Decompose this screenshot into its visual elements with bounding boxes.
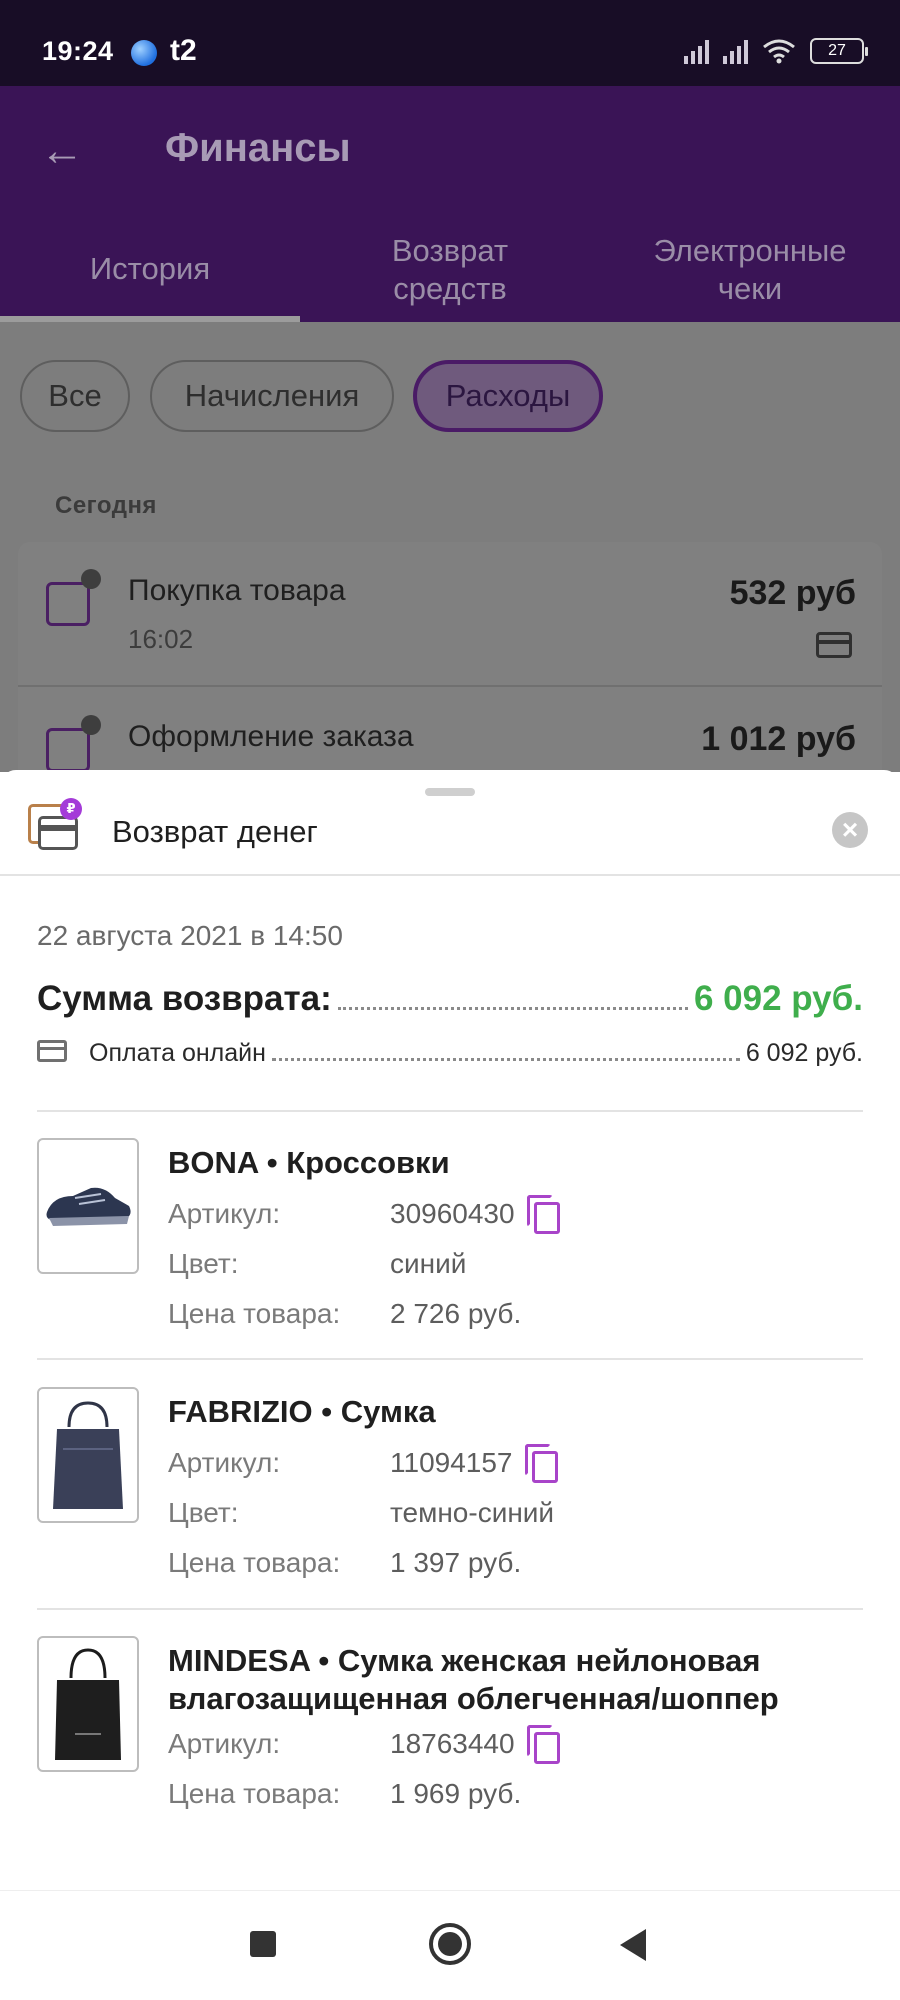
tab-refund[interactable]: Возврат средств <box>300 232 600 308</box>
date-header: Сегодня <box>55 492 157 519</box>
signal-icon <box>723 38 748 64</box>
sheet-title: Возврат денег <box>112 814 318 849</box>
price-label: Цена товара: <box>168 1547 341 1578</box>
price-value: 1 397 руб. <box>390 1547 522 1578</box>
product-name: MINDESA • Сумка женская нейлоновая влаго… <box>168 1643 779 1716</box>
refund-sum-label: Сумма возврата: <box>37 979 332 1018</box>
back-icon[interactable] <box>620 1929 646 1961</box>
product-name: BONA • Кроссовки <box>168 1145 450 1180</box>
color-value: синий <box>390 1248 467 1279</box>
package-icon <box>46 715 101 772</box>
filter-chip-expenses[interactable]: Расходы <box>413 360 603 432</box>
product-name: FABRIZIO • Сумка <box>168 1394 436 1429</box>
copy-icon[interactable] <box>524 1444 558 1483</box>
product-price-row: Цена товара: 1 397 руб. <box>168 1543 521 1583</box>
transactions-card: Покупка товара 16:02 532 руб Оформление … <box>18 542 882 782</box>
sheet-header: ₽ Возврат денег × <box>0 796 900 876</box>
color-label: Цвет: <box>168 1248 239 1279</box>
article-label: Артикул: <box>168 1198 281 1229</box>
product-item[interactable]: FABRIZIO • Сумка Артикул: 11094157 Цвет: т… <box>37 1387 863 1607</box>
recents-icon[interactable] <box>250 1931 276 1957</box>
refund-sum-value: 6 092 руб. <box>693 979 863 1018</box>
payment-line: Оплата онлайн 6 092 руб. <box>37 1034 863 1068</box>
bag-image <box>37 1387 139 1523</box>
transaction-row[interactable]: Покупка товара 16:02 532 руб <box>18 542 882 687</box>
payment-value: 6 092 руб. <box>745 1039 863 1067</box>
tab-e-receipts-label: Электронные чеки <box>653 233 847 306</box>
filter-chip-income[interactable]: Начисления <box>150 360 394 432</box>
carrier-label: t2 <box>170 34 197 67</box>
tab-refund-label: Возврат средств <box>391 233 509 306</box>
product-color-row: Цвет: темно-синий <box>168 1493 554 1533</box>
product-item[interactable]: BONA • Кроссовки Артикул: 30960430 Цвет: с… <box>37 1138 863 1358</box>
refund-icon: ₽ <box>28 798 84 854</box>
refund-date: 22 августа 2021 в 14:50 <box>37 920 343 951</box>
article-value: 18763440 <box>390 1728 515 1759</box>
card-icon <box>37 1040 67 1062</box>
product-article-row: Артикул: 18763440 <box>168 1724 560 1764</box>
transaction-title: Оформление заказа <box>128 720 414 753</box>
signal-icon <box>684 38 709 64</box>
color-label: Цвет: <box>168 1497 239 1528</box>
refund-sum-line: Сумма возврата: 6 092 руб. <box>37 975 863 1019</box>
price-value: 2 726 руб. <box>390 1298 522 1329</box>
status-indicators: 27 <box>684 38 868 64</box>
article-label: Артикул: <box>168 1728 281 1759</box>
arrow-left-icon[interactable]: ← <box>40 126 84 176</box>
history-content: Все Начисления Расходы Сегодня Покупка т… <box>0 322 900 782</box>
divider <box>37 1358 863 1360</box>
dotted-leader <box>271 1058 740 1061</box>
dotted-leader <box>337 1007 688 1010</box>
status-time: 19:24 <box>42 36 114 66</box>
app-bar: ← Финансы История Возврат средств Электр… <box>0 86 900 322</box>
product-item[interactable]: MINDESA • Сумка женская нейлоновая влаго… <box>37 1636 863 1856</box>
close-icon[interactable]: × <box>832 812 868 848</box>
price-value: 1 969 руб. <box>390 1778 522 1809</box>
payment-label: Оплата онлайн <box>89 1039 266 1067</box>
refund-bottom-sheet: ₽ Возврат денег × 22 августа 2021 в 14:5… <box>0 770 900 1890</box>
filter-chip-all[interactable]: Все <box>20 360 130 432</box>
article-label: Артикул: <box>168 1447 281 1478</box>
package-icon <box>46 569 101 626</box>
product-color-row: Цвет: синий <box>168 1244 466 1284</box>
product-price-row: Цена товара: 1 969 руб. <box>168 1774 521 1814</box>
product-price-row: Цена товара: 2 726 руб. <box>168 1294 521 1334</box>
globe-icon <box>131 40 157 66</box>
transaction-title: Покупка товара <box>128 574 346 607</box>
transaction-amount: 1 012 руб <box>701 720 856 758</box>
transaction-amount: 532 руб <box>729 574 856 612</box>
drag-handle[interactable] <box>425 788 475 796</box>
copy-icon[interactable] <box>526 1725 560 1764</box>
battery-icon: 27 <box>810 38 868 64</box>
price-label: Цена товара: <box>168 1778 341 1809</box>
copy-icon[interactable] <box>526 1195 560 1234</box>
divider <box>37 1608 863 1610</box>
page-title: Финансы <box>165 126 351 170</box>
home-icon[interactable] <box>429 1923 471 1965</box>
wifi-icon <box>763 39 795 64</box>
card-icon <box>816 632 852 658</box>
article-value: 30960430 <box>390 1198 515 1229</box>
transaction-time: 16:02 <box>128 624 194 654</box>
color-value: темно-синий <box>390 1497 555 1528</box>
product-article-row: Артикул: 30960430 <box>168 1194 560 1234</box>
system-nav-bar <box>0 1890 900 2000</box>
article-value: 11094157 <box>390 1447 513 1478</box>
tab-history[interactable]: История <box>0 250 300 288</box>
price-label: Цена товара: <box>168 1298 341 1329</box>
tab-e-receipts[interactable]: Электронные чеки <box>600 232 900 308</box>
status-bar: 19:24 t2 27 <box>0 0 900 86</box>
product-article-row: Артикул: 11094157 <box>168 1443 558 1483</box>
shopper-bag-image <box>37 1636 139 1772</box>
divider <box>37 1110 863 1112</box>
sneakers-image <box>37 1138 139 1274</box>
